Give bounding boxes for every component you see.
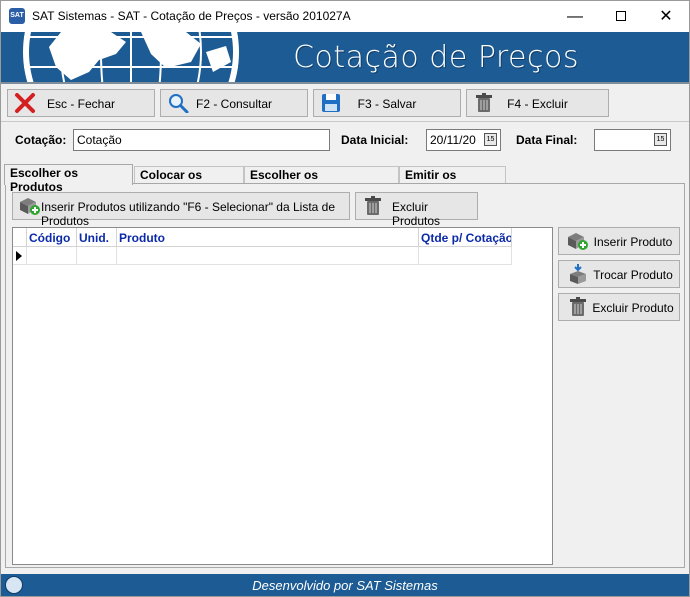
trash-icon (570, 297, 586, 316)
insert-from-list-label: Inserir Produtos utilizando "F6 - Seleci… (41, 200, 336, 228)
title-bar: SAT SAT Sistemas - SAT - Cotação de Preç… (1, 1, 689, 32)
delete-button[interactable]: F4 - Excluir (466, 89, 609, 117)
consult-button-label: F2 - Consultar (195, 97, 273, 111)
row-indicator-icon (13, 247, 27, 265)
close-window-button[interactable]: ✕ (643, 1, 689, 32)
status-bar: Desenvolvido por SAT Sistemas (1, 574, 689, 596)
save-button[interactable]: F3 - Salvar (313, 89, 461, 117)
maximize-button[interactable] (598, 1, 644, 32)
column-header-codigo[interactable]: Código (27, 228, 77, 247)
swap-box-icon (570, 264, 586, 284)
column-header-produto[interactable]: Produto (117, 228, 419, 247)
tab-emitir-pedidos[interactable]: Emitir os Pedidos (399, 166, 506, 196)
data-inicial-value: 20/11/20 (430, 133, 476, 147)
consult-button[interactable]: F2 - Consultar (160, 89, 308, 117)
minimize-button[interactable]: — (552, 1, 598, 32)
window-title: SAT Sistemas - SAT - Cotação de Preços -… (32, 9, 351, 23)
calendar-icon[interactable]: 15 (654, 133, 667, 146)
cotacao-label: Cotação: (15, 133, 67, 147)
data-inicial-input[interactable]: 20/11/20 15 (426, 129, 501, 151)
calendar-icon[interactable]: 15 (484, 133, 497, 146)
add-box-icon (568, 233, 588, 250)
cotacao-input[interactable]: Cotação (73, 129, 330, 151)
app-icon[interactable]: SAT (9, 8, 25, 24)
data-final-label: Data Final: (516, 133, 578, 147)
banner-title: Cotação de Preços (293, 40, 579, 75)
table-row[interactable] (13, 247, 512, 265)
swap-product-label: Trocar Produto (593, 268, 673, 282)
trash-icon (365, 196, 381, 215)
data-inicial-label: Data Inicial: (341, 133, 409, 147)
status-text: Desenvolvido por SAT Sistemas (252, 578, 438, 593)
cell-produto[interactable] (117, 247, 419, 265)
products-tab-panel: Inserir Produtos utilizando "F6 - Seleci… (5, 183, 685, 568)
delete-product-label: Excluir Produto (592, 301, 674, 315)
globe-icon (23, 32, 239, 82)
close-button-label: Esc - Fechar (46, 97, 115, 111)
delete-product-button[interactable]: Excluir Produto (558, 293, 680, 321)
maximize-icon (616, 11, 626, 21)
header-banner: Cotação de Preços (1, 32, 689, 84)
tab-escolher-produtos[interactable]: Escolher os Produtos (4, 164, 133, 194)
save-button-label: F3 - Salvar (357, 97, 417, 111)
column-header-unid[interactable]: Unid. (77, 228, 117, 247)
quote-form: Cotação: Cotação Data Inicial: 20/11/20 … (1, 123, 689, 157)
grid-indicator-header (13, 228, 27, 247)
swap-product-button[interactable]: Trocar Produto (558, 260, 680, 288)
data-final-input[interactable]: 15 (594, 129, 671, 151)
toolbar: Esc - Fechar F2 - Consultar F3 - Salvar (1, 85, 689, 122)
delete-products-button[interactable]: Excluir Produtos (355, 192, 478, 228)
add-box-icon (20, 198, 40, 215)
cell-qtde[interactable] (419, 247, 512, 265)
cell-codigo[interactable] (27, 247, 77, 265)
tab-colocar-precos[interactable]: Colocar os Preços (134, 166, 244, 196)
insert-product-label: Inserir Produto (593, 235, 673, 249)
close-button[interactable]: Esc - Fechar (7, 89, 155, 117)
app-window: SAT SAT Sistemas - SAT - Cotação de Preç… (0, 0, 690, 597)
insert-product-button[interactable]: Inserir Produto (558, 227, 680, 255)
grid-header: Código Unid. Produto Qtde p/ Cotação (13, 228, 512, 247)
products-grid[interactable]: Código Unid. Produto Qtde p/ Cotação (12, 227, 553, 565)
insert-from-list-button[interactable]: Inserir Produtos utilizando "F6 - Seleci… (12, 192, 350, 228)
cell-unid[interactable] (77, 247, 117, 265)
tab-bar: Escolher os Produtos Colocar os Preços E… (1, 164, 689, 196)
column-header-qtde[interactable]: Qtde p/ Cotação (419, 228, 512, 247)
delete-button-label: F4 - Excluir (507, 97, 568, 111)
tab-escolher-fornecedores[interactable]: Escolher os Fornecedores (244, 166, 399, 196)
delete-products-label: Excluir Produtos (392, 200, 441, 228)
